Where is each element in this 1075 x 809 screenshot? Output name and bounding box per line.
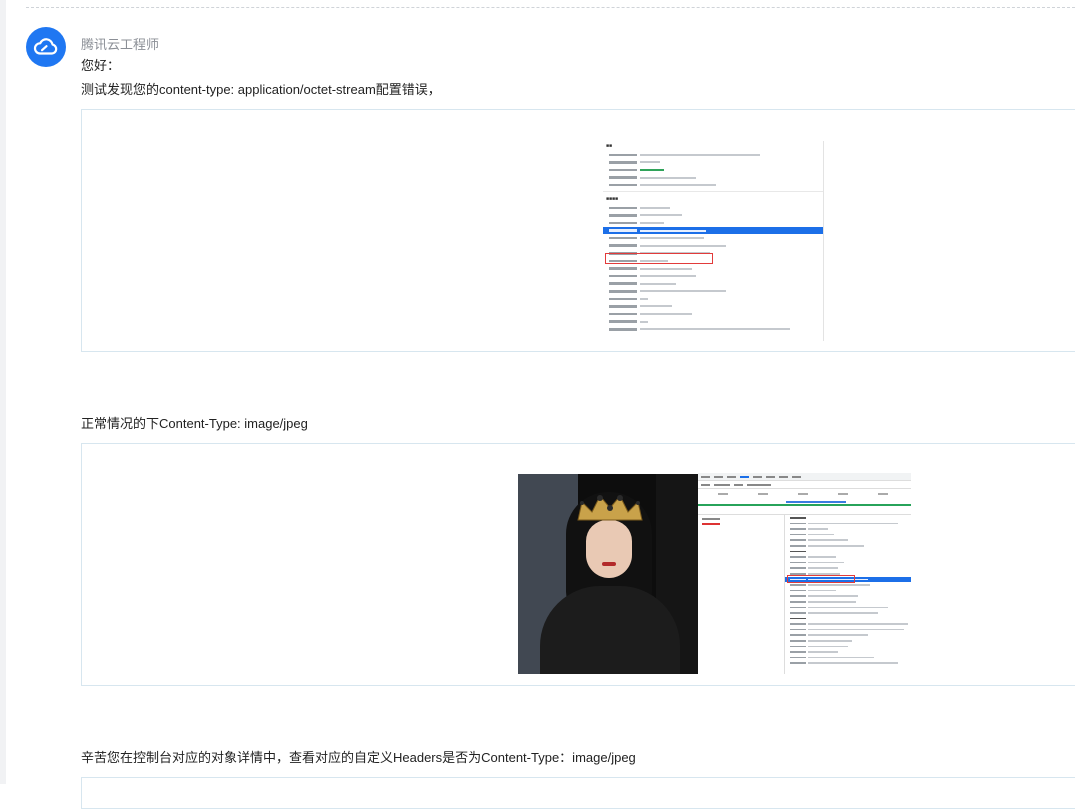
- attachment-image-3[interactable]: [81, 777, 1075, 809]
- annotation-box: [787, 575, 855, 583]
- tencent-cloud-logo-icon: [33, 38, 58, 55]
- message-paragraph-3: 辛苦您在控制台对应的对象详情中，查看对应的自定义Headers是否为Conten…: [81, 750, 636, 765]
- sender-name: 腾讯云工程师: [81, 37, 160, 52]
- message-paragraph-1: 测试发现您的content-type: application/octet-st…: [81, 82, 441, 97]
- attachment-image-1[interactable]: ■■ ■■■■: [81, 109, 1075, 352]
- attachment-image-2[interactable]: [81, 443, 1075, 686]
- devtools-network-panel: [698, 473, 911, 674]
- photo-and-devtools-screenshot: [518, 473, 911, 674]
- avatar: [26, 27, 66, 67]
- message-divider: [26, 7, 1075, 8]
- greeting-text: 您好：: [81, 58, 121, 73]
- message-paragraph-2: 正常情况的下Content-Type: image/jpeg: [81, 416, 308, 431]
- portrait-photo: [518, 474, 698, 674]
- left-border: [0, 0, 6, 784]
- annotation-box: [605, 253, 713, 264]
- devtools-headers-screenshot: ■■ ■■■■: [603, 141, 824, 341]
